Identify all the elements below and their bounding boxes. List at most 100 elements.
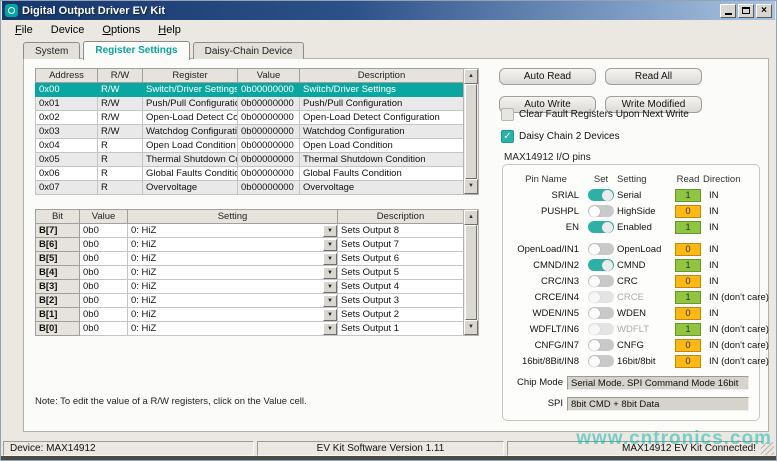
pin-name-label: CRCE/IN4 [507, 292, 585, 303]
column-header-bit[interactable]: Bit [36, 210, 80, 224]
cell-value[interactable]: 0b0 [80, 308, 128, 322]
resize-grip[interactable] [761, 442, 774, 455]
cell-value[interactable]: 0b0 [80, 238, 128, 252]
setting-dropdown[interactable]: 0: HiZ▼ [128, 280, 337, 293]
toggle-openload-in1[interactable] [588, 243, 614, 255]
scroll-up-button[interactable]: ▲ [464, 210, 478, 225]
column-header-r-w[interactable]: R/W [98, 69, 143, 83]
setting-dropdown[interactable]: 0: HiZ▼ [128, 252, 337, 265]
setting-dropdown-value: 0: HiZ [128, 267, 156, 278]
column-header-value[interactable]: Value [80, 210, 128, 224]
cell-value[interactable]: 0b0 [80, 322, 128, 336]
chevron-down-icon[interactable]: ▼ [323, 267, 337, 279]
toggle-16bit-8bit-in8[interactable] [588, 355, 614, 367]
cell-value[interactable]: 0b00000000 [238, 167, 300, 181]
pin-row-openload-in1: OpenLoad/IN1OpenLoad0IN [507, 241, 755, 257]
checkbox-daisy-chain-2-devices[interactable]: ✓ [501, 130, 514, 143]
pin-name-label: OpenLoad/IN1 [507, 244, 585, 255]
tab-system[interactable]: System [23, 42, 80, 59]
register-row-0x05[interactable]: 0x05RThermal Shutdown Con...0b00000000Th… [36, 153, 464, 167]
cell-setting: 0: HiZ▼ [128, 224, 338, 238]
scroll-thumb[interactable] [465, 84, 477, 179]
setting-dropdown[interactable]: 0: HiZ▼ [128, 308, 337, 321]
cell-value[interactable]: 0b00000000 [238, 111, 300, 125]
toggle-pushpl[interactable] [588, 205, 614, 217]
register-row-0x04[interactable]: 0x04ROpen Load Condition0b00000000Open L… [36, 139, 464, 153]
scroll-down-button[interactable]: ▼ [464, 179, 478, 194]
setting-dropdown[interactable]: 0: HiZ▼ [128, 294, 337, 307]
pin-setting-label: WDFLT [617, 324, 673, 335]
menu-item-help[interactable]: Help [149, 22, 190, 38]
chevron-down-icon[interactable]: ▼ [323, 225, 337, 237]
setting-dropdown[interactable]: 0: HiZ▼ [128, 322, 337, 335]
cell-address: 0x01 [36, 97, 98, 111]
scroll-down-button[interactable]: ▼ [464, 320, 478, 335]
toggle-knob-icon [602, 190, 613, 201]
scroll-up-button[interactable]: ▲ [464, 69, 478, 84]
cell-description: Open Load Condition [300, 139, 464, 153]
chevron-down-icon[interactable]: ▼ [323, 323, 337, 335]
menu-item-options[interactable]: Options [93, 22, 149, 38]
toggle-wden-in5[interactable] [588, 307, 614, 319]
toggle-en[interactable] [588, 221, 614, 233]
status-connection: MAX14912 EV Kit Connected! [507, 441, 763, 456]
cell-value[interactable]: 0b0 [80, 224, 128, 238]
menu-item-file[interactable]: File [6, 22, 42, 38]
chevron-down-icon[interactable]: ▼ [323, 253, 337, 265]
cell-value[interactable]: 0b00000000 [238, 125, 300, 139]
column-header-register[interactable]: Register [143, 69, 238, 83]
menu-item-device[interactable]: Device [42, 22, 94, 38]
cell-address: 0x07 [36, 181, 98, 195]
register-row-0x01[interactable]: 0x01R/WPush/Pull Configuration0b00000000… [36, 97, 464, 111]
toggle-crc-in3[interactable] [588, 275, 614, 287]
setting-dropdown[interactable]: 0: HiZ ▼ [128, 266, 337, 279]
cell-value[interactable]: 0b00000000 [238, 97, 300, 111]
toggle-cmnd-in2[interactable] [588, 259, 614, 271]
toggle-knob-icon [589, 308, 600, 319]
app-icon [5, 4, 18, 17]
toggle-cnfg-in7[interactable] [588, 339, 614, 351]
tab-register-settings[interactable]: Register Settings [83, 41, 189, 60]
cell-value[interactable]: 0b00000000 [238, 181, 300, 195]
scroll-thumb[interactable] [465, 225, 477, 320]
column-header-value[interactable]: Value [238, 69, 300, 83]
column-header-address[interactable]: Address [36, 69, 98, 83]
maximize-button[interactable] [738, 4, 754, 18]
cell-value[interactable]: 0b0 [80, 294, 128, 308]
tab-daisy-chain-device[interactable]: Daisy-Chain Device [193, 42, 305, 59]
toggle-srial[interactable] [588, 189, 614, 201]
read-all-button[interactable]: Read All [605, 68, 702, 85]
register-row-0x03[interactable]: 0x03R/WWatchdog Configuration0b00000000W… [36, 125, 464, 139]
chevron-down-icon[interactable]: ▼ [323, 309, 337, 321]
cell-value[interactable]: 0b00000000 [238, 83, 300, 97]
register-row-0x07[interactable]: 0x07ROvervoltage0b00000000Overvoltage [36, 181, 464, 195]
pin-setting-label: Enabled [617, 222, 673, 233]
cell-setting: 0: HiZ ▼ [128, 266, 338, 280]
register-row-0x02[interactable]: 0x02R/WOpen-Load Detect Confi...0b000000… [36, 111, 464, 125]
setting-dropdown[interactable]: 0: HiZ▼ [128, 238, 337, 251]
cell-value[interactable]: 0b00000000 [238, 153, 300, 167]
register-row-0x00[interactable]: 0x00R/WSwitch/Driver Settings0b00000000S… [36, 83, 464, 97]
chevron-down-icon[interactable]: ▼ [323, 295, 337, 307]
column-header-description[interactable]: Description [300, 69, 464, 83]
chevron-down-icon[interactable]: ▼ [323, 239, 337, 251]
register-table-scrollbar[interactable]: ▲ ▼ [463, 68, 479, 195]
bit-table-scrollbar[interactable]: ▲ ▼ [463, 209, 479, 336]
cell-register: Open Load Condition [143, 139, 238, 153]
cell-value[interactable]: 0b0 [80, 266, 128, 280]
chevron-down-icon[interactable]: ▼ [323, 281, 337, 293]
cell-value[interactable]: 0b00000000 [238, 139, 300, 153]
cell-value[interactable]: 0b0 [80, 252, 128, 266]
pin-read-indicator: 1 [675, 323, 701, 336]
close-button[interactable]: × [756, 4, 772, 18]
column-header-setting[interactable]: Setting [128, 210, 338, 224]
cell-bit: B[0] [36, 322, 80, 336]
checkbox-clear-fault-registers-upon-next-write[interactable] [501, 108, 514, 121]
column-header-description[interactable]: Description [338, 210, 464, 224]
register-row-0x06[interactable]: 0x06RGlobal Faults Condition0b00000000Gl… [36, 167, 464, 181]
cell-description: Sets Output 6 [338, 252, 464, 266]
minimize-button[interactable] [720, 4, 736, 18]
setting-dropdown[interactable]: 0: HiZ▼ [128, 224, 337, 237]
auto-read-button[interactable]: Auto Read [499, 68, 596, 85]
cell-value[interactable]: 0b0 [80, 280, 128, 294]
